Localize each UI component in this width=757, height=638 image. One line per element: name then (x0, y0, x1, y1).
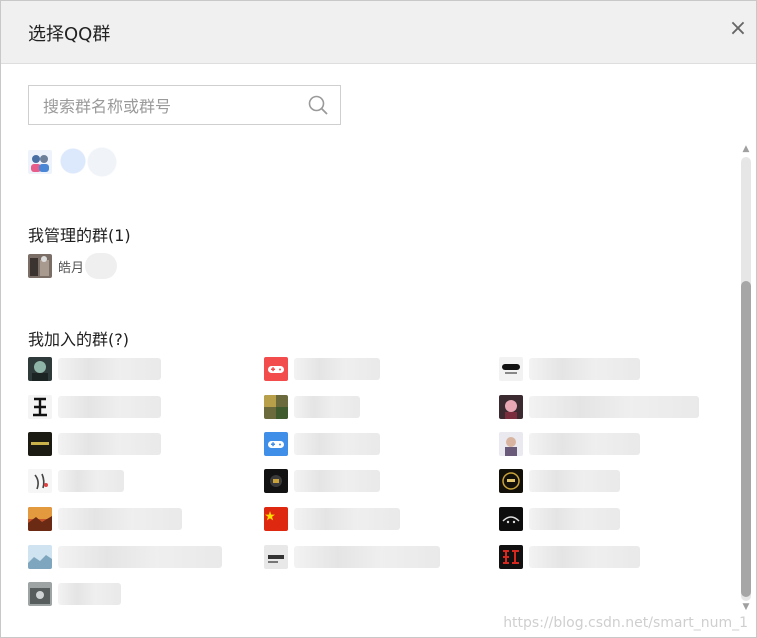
group-avatar (28, 582, 52, 606)
group-avatar (28, 150, 52, 174)
group-name-obscured (58, 470, 124, 492)
group-avatar (28, 357, 52, 381)
joined-group-item[interactable] (28, 544, 222, 570)
joined-group-item[interactable] (264, 394, 360, 420)
group-avatar (499, 395, 523, 419)
group-name-obscured (58, 546, 222, 568)
group-avatar (499, 432, 523, 456)
group-avatar (499, 545, 523, 569)
group-name-obscured (529, 508, 620, 530)
joined-groups-title: 我加入的群(?) (28, 330, 129, 349)
group-avatar (264, 395, 288, 419)
group-name-obscured (294, 508, 400, 530)
close-icon[interactable]: × (728, 18, 748, 40)
group-avatar (28, 469, 52, 493)
joined-group-item[interactable] (28, 431, 161, 457)
group-avatar (28, 254, 52, 278)
group-name-obscured (294, 358, 380, 380)
scrollbar-thumb[interactable] (741, 281, 751, 597)
dialog-title: 选择QQ群 (28, 24, 111, 45)
group-avatar (28, 432, 52, 456)
joined-group-item[interactable] (499, 506, 620, 532)
group-name: 皓月 (58, 260, 85, 276)
group-avatar (264, 545, 288, 569)
group-name-obscured (58, 433, 161, 455)
gamepad-icon (264, 357, 288, 381)
joined-group-item[interactable] (28, 394, 161, 420)
group-avatar (28, 507, 52, 531)
select-qq-group-dialog: 选择QQ群 × 我管理的群(1) 皓月 我加入的群(?) (0, 0, 757, 638)
joined-group-item[interactable] (264, 431, 380, 457)
group-name-obscured (294, 470, 380, 492)
group-name-obscured (529, 546, 640, 568)
gamepad-icon (264, 432, 288, 456)
scroll-up-icon[interactable]: ▲ (740, 143, 752, 155)
joined-group-item[interactable] (28, 581, 121, 607)
joined-group-item[interactable] (499, 544, 640, 570)
joined-group-item[interactable] (264, 544, 440, 570)
joined-group-item[interactable] (264, 468, 380, 494)
scroll-down-icon[interactable]: ▼ (740, 601, 752, 613)
joined-group-item[interactable] (264, 506, 400, 532)
joined-group-item[interactable] (499, 431, 640, 457)
group-avatar (264, 507, 288, 531)
joined-group-item[interactable] (499, 468, 620, 494)
group-name-obscured (58, 508, 182, 530)
watermark: https://blog.csdn.net/smart_num_1 (503, 615, 748, 631)
managed-groups-title: 我管理的群(1) (28, 226, 131, 245)
group-name-obscured (529, 396, 699, 418)
group-avatar (499, 469, 523, 493)
group-avatar (499, 507, 523, 531)
vertical-scrollbar[interactable]: ▲ ▼ (740, 143, 752, 613)
group-avatar (28, 395, 52, 419)
group-name-obscured (294, 433, 380, 455)
group-avatar (499, 357, 523, 381)
group-avatar (264, 469, 288, 493)
group-name-obscured (294, 396, 360, 418)
joined-group-item[interactable] (499, 356, 640, 382)
group-name-obscured (58, 358, 161, 380)
search-icon[interactable] (308, 95, 328, 115)
joined-group-item[interactable] (28, 468, 124, 494)
group-name-obscured (85, 253, 118, 279)
joined-group-item[interactable] (28, 506, 182, 532)
group-name-obscured (529, 470, 620, 492)
group-search-input[interactable] (41, 94, 295, 118)
group-search-box[interactable] (28, 85, 341, 125)
group-name-obscured (529, 358, 640, 380)
group-name-obscured (58, 583, 121, 605)
group-name-obscured (529, 433, 640, 455)
group-name-obscured (294, 546, 440, 568)
joined-group-item[interactable] (264, 356, 380, 382)
group-avatar (28, 545, 52, 569)
group-name-obscured (58, 396, 161, 418)
group-name-obscured (58, 147, 118, 177)
managed-group-item[interactable]: 皓月 (28, 253, 118, 279)
joined-group-item[interactable] (499, 394, 699, 420)
joined-group-item[interactable] (28, 356, 161, 382)
dialog-titlebar: 选择QQ群 × (1, 1, 756, 64)
recent-group-item[interactable] (28, 147, 118, 177)
